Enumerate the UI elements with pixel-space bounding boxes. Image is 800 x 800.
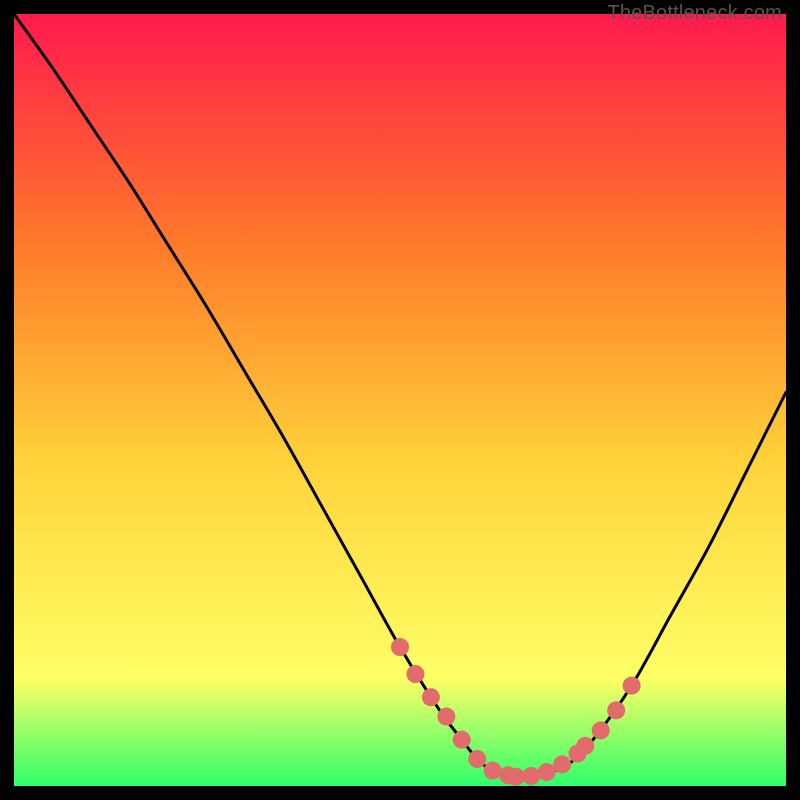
highlight-dot [453,731,471,749]
highlight-dot [422,688,440,706]
highlight-dot [576,737,594,755]
highlight-dot [623,677,641,695]
highlight-dot [538,763,556,781]
highlight-dot [507,768,525,786]
highlight-dot [607,701,625,719]
highlight-dot [484,762,502,780]
highlight-dot [391,638,409,656]
highlight-dot [468,750,486,768]
highlight-dot [553,755,571,773]
highlight-dot [437,708,455,726]
chart-background [14,14,786,786]
watermark-text: TheBottleneck.com [607,2,782,25]
highlight-dot [522,767,540,785]
highlight-dot [406,665,424,683]
bottleneck-chart [14,14,786,786]
highlight-dot [592,721,610,739]
